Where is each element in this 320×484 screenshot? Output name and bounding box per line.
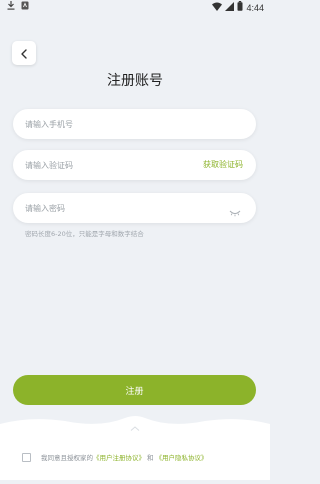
status-left (7, 1, 29, 13)
password-field (13, 193, 256, 223)
chevron-left-icon (20, 44, 28, 63)
wifi-icon (212, 2, 223, 14)
status-bar: 4:44 (0, 0, 270, 14)
battery-icon (237, 1, 243, 14)
user-agreement-link[interactable]: 《用户注册协议》 (93, 452, 145, 462)
register-button[interactable]: 注册 (13, 375, 256, 405)
phone-field (13, 109, 256, 139)
agreement-row: 我同意且授权家的 《用户注册协议》 和 《用户隐私协议》 (22, 452, 208, 462)
status-time: 4:44 (246, 2, 264, 13)
agreement-prefix: 我同意且授权家的 (41, 454, 93, 462)
app-notification-icon (21, 1, 29, 13)
agreement-checkbox[interactable] (22, 452, 31, 462)
verification-code-input[interactable] (25, 150, 195, 180)
code-field: 获取验证码 (13, 150, 256, 180)
agreement-and: 和 (147, 454, 154, 462)
download-icon (7, 1, 15, 13)
privacy-policy-link[interactable]: 《用户隐私协议》 (156, 452, 208, 462)
password-hint: 密码长度6-20位，只能是字母和数字结合 (25, 230, 144, 238)
page-title: 注册账号 (107, 73, 163, 89)
signal-icon (225, 1, 235, 14)
status-right: 4:44 (212, 1, 264, 14)
password-input[interactable] (25, 193, 195, 223)
chevron-up-icon (130, 416, 140, 435)
get-code-button[interactable]: 获取验证码 (203, 150, 243, 180)
eye-closed-icon[interactable] (229, 203, 241, 217)
back-button[interactable] (12, 41, 36, 65)
phone-input[interactable] (25, 109, 195, 139)
